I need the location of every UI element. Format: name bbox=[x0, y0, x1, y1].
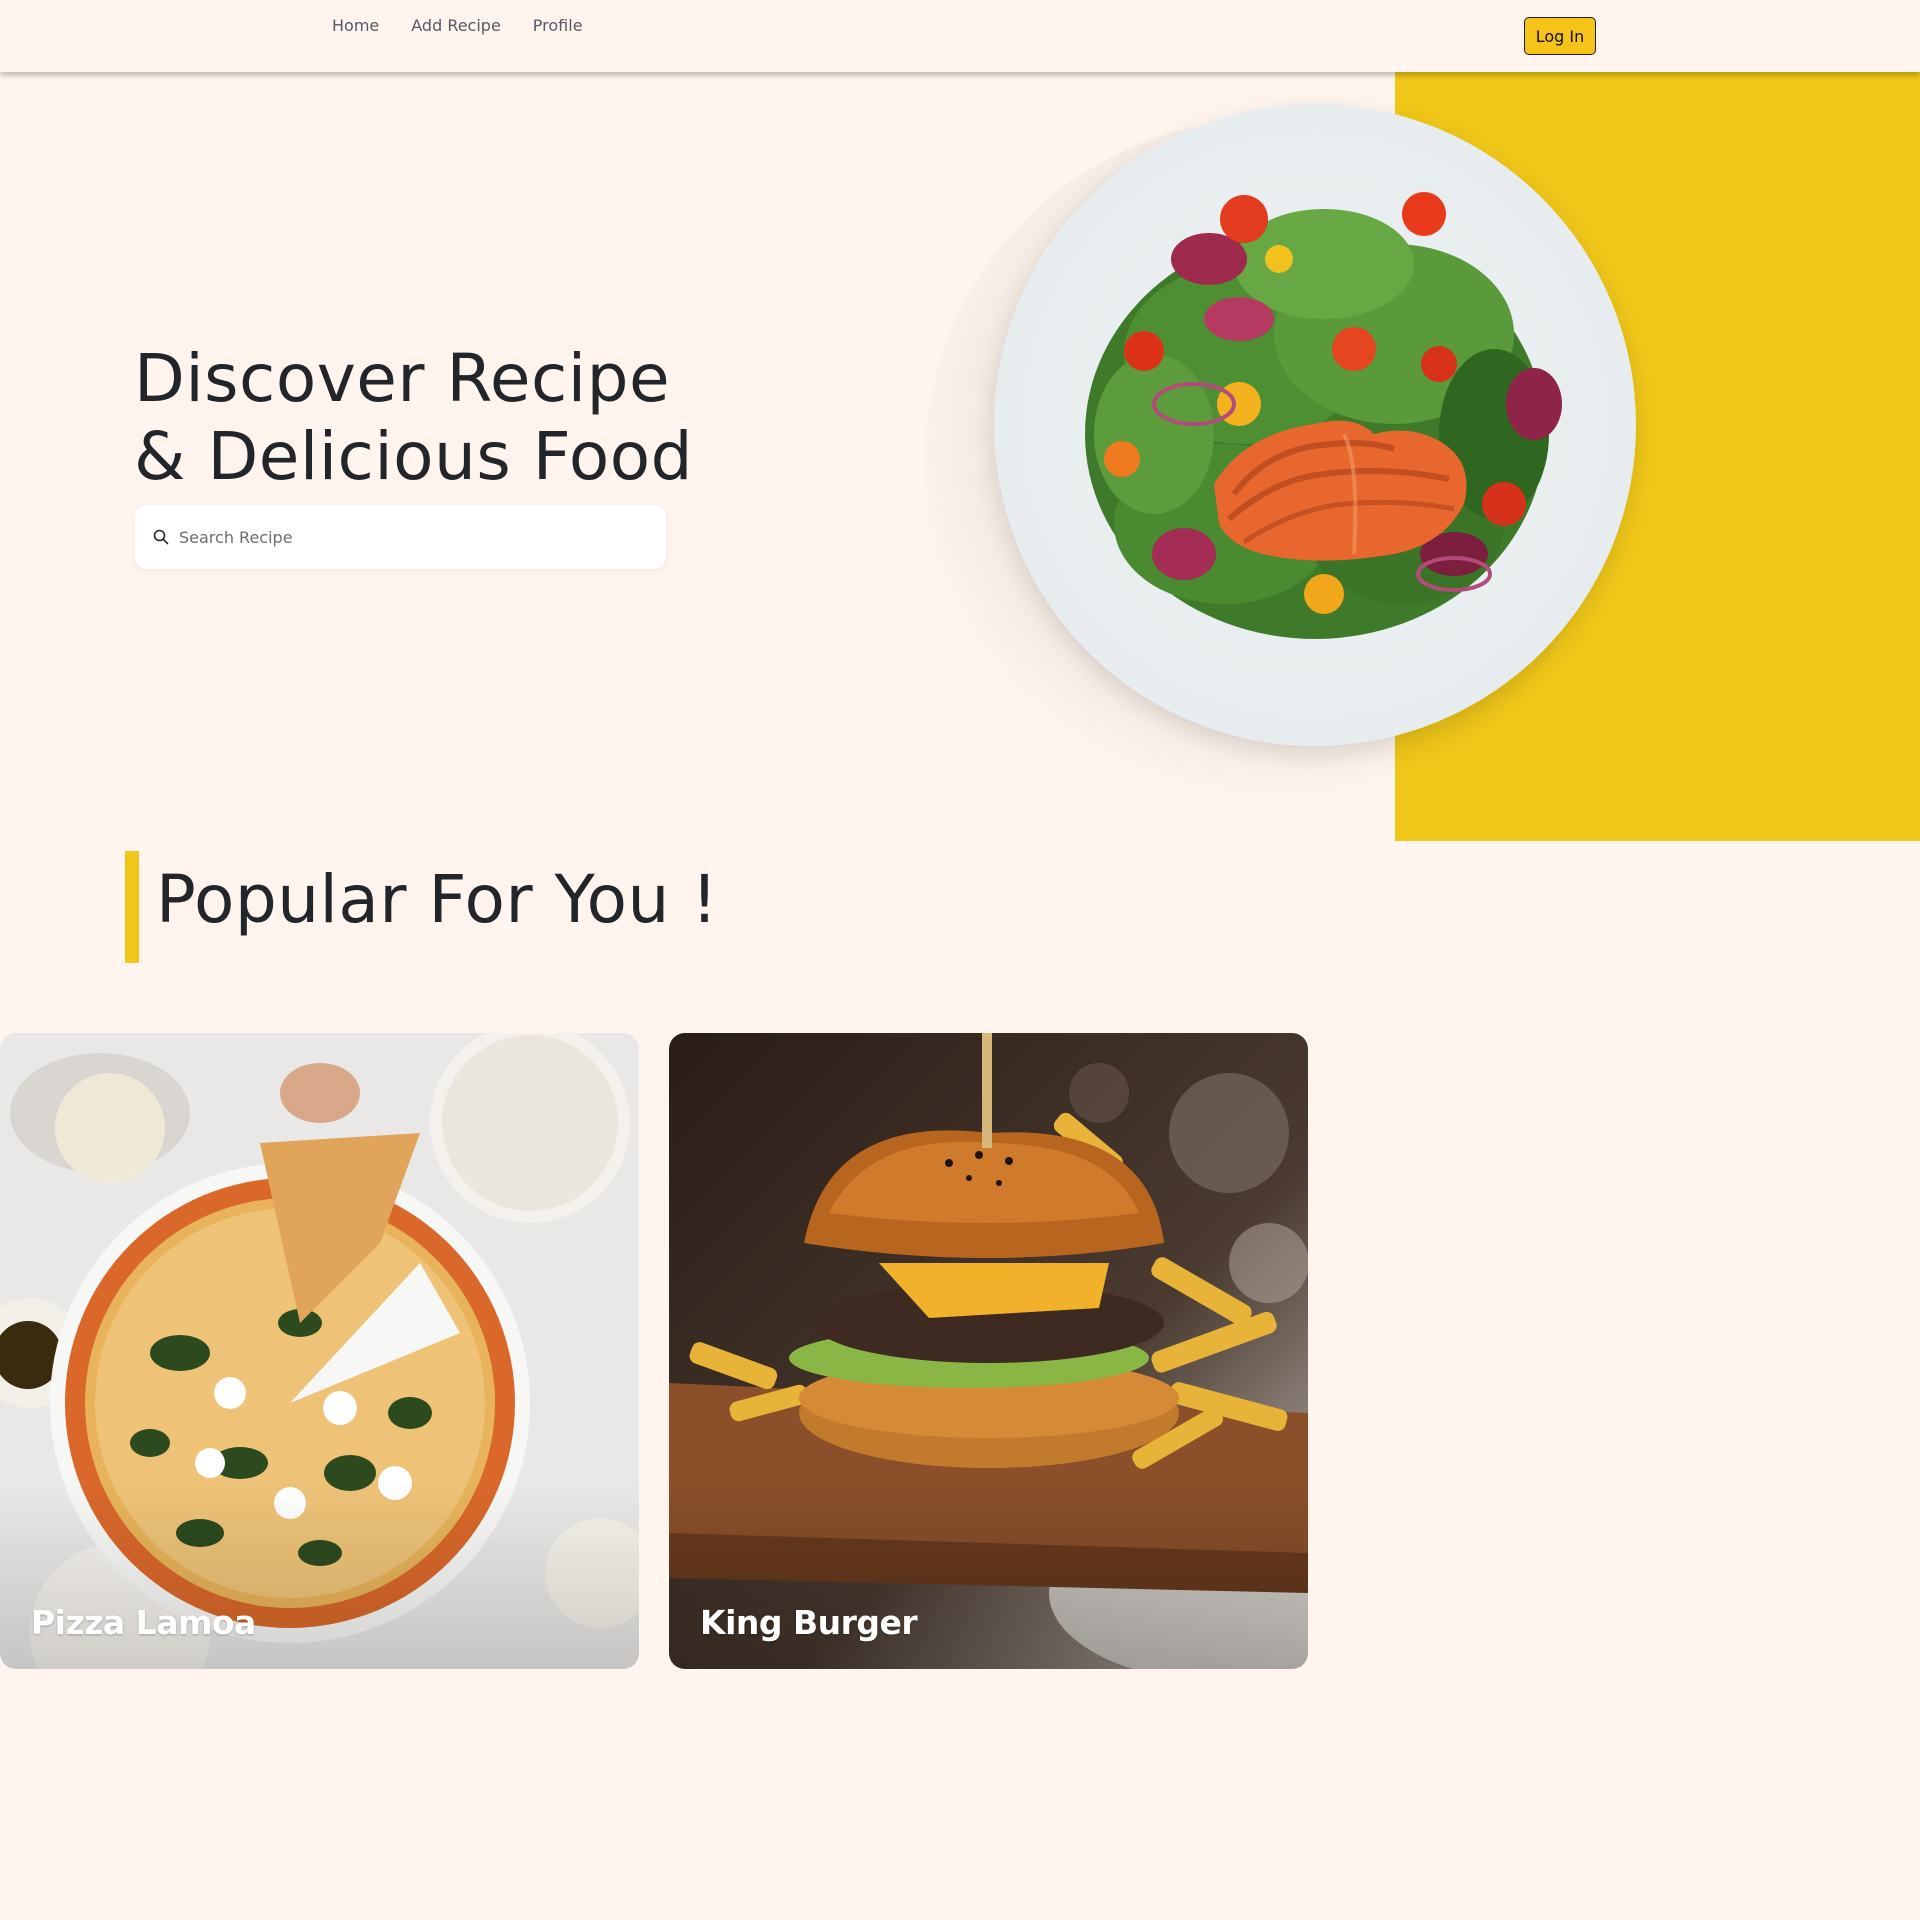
hero-title-line-1: Discover Recipe bbox=[134, 340, 671, 417]
recipe-card-burger[interactable] bbox=[669, 1033, 1308, 1669]
pizza-image bbox=[0, 1033, 639, 1669]
hero-title-line-2: & Delicious Food bbox=[134, 418, 694, 495]
popular-section-title: Popular For You ! bbox=[156, 861, 719, 938]
nav-profile-link[interactable]: Profile bbox=[533, 16, 583, 35]
section-accent-bar bbox=[125, 851, 139, 963]
search-icon bbox=[153, 529, 169, 545]
recipe-card-title: Pizza Lamoa bbox=[31, 1603, 256, 1642]
recipe-card-pizza[interactable] bbox=[0, 1033, 639, 1669]
burger-image bbox=[669, 1033, 1308, 1669]
nav-home-link[interactable]: Home bbox=[332, 16, 379, 35]
search-bar[interactable] bbox=[135, 505, 666, 569]
recipe-card-title: King Burger bbox=[700, 1603, 918, 1642]
nav-add-recipe-link[interactable]: Add Recipe bbox=[411, 16, 501, 35]
main-nav: Home Add Recipe Profile bbox=[332, 16, 583, 35]
top-navbar: Home Add Recipe Profile Log In bbox=[0, 0, 1920, 72]
hero-title: Discover Recipe & Delicious Food bbox=[134, 340, 693, 496]
salad-food-illustration bbox=[1085, 192, 1562, 639]
login-button[interactable]: Log In bbox=[1524, 17, 1596, 55]
search-input[interactable] bbox=[177, 526, 651, 548]
